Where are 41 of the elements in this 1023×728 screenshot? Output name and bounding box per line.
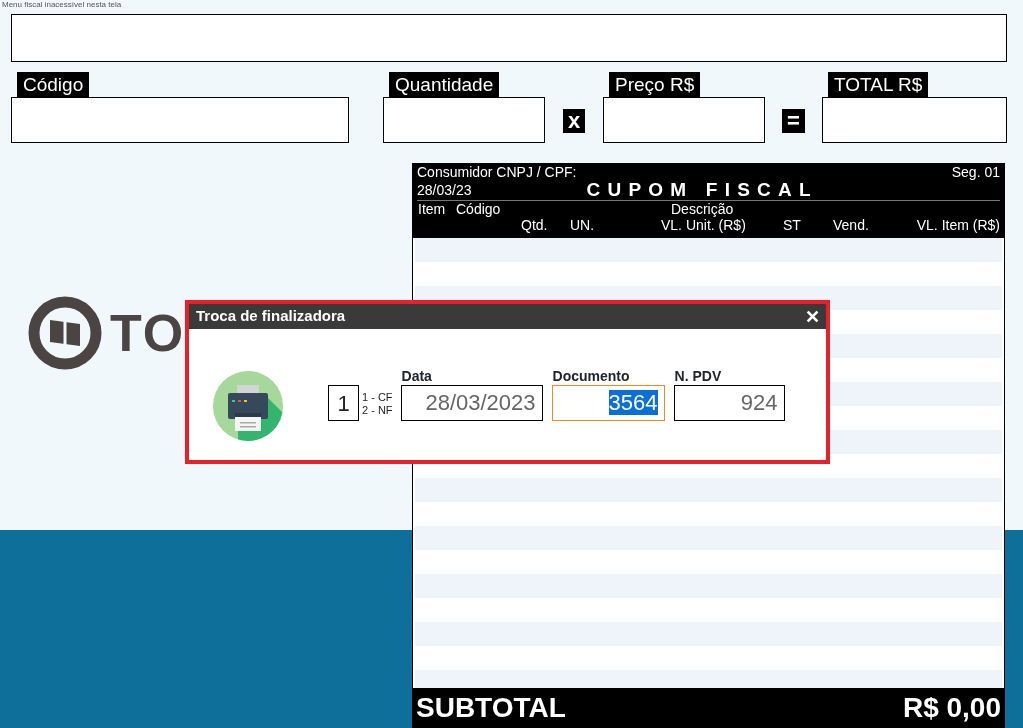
field-label: Código xyxy=(17,72,90,97)
option-text: 1 - CF xyxy=(362,391,393,404)
dialog-title: Troca de finalizadora xyxy=(196,306,346,327)
column-header: Qtd. xyxy=(521,217,549,233)
operator-sign: x xyxy=(562,108,586,133)
barcode-field[interactable] xyxy=(11,14,1007,62)
field-label: Documento xyxy=(551,367,631,385)
printer-icon xyxy=(213,371,283,441)
input-field[interactable]: 924 xyxy=(673,385,785,421)
option-text: 2 - NF xyxy=(362,404,393,417)
column-header: Descrição xyxy=(671,201,735,217)
logo-icon xyxy=(28,296,102,370)
input-field[interactable] xyxy=(11,97,349,143)
column-header: Código xyxy=(456,201,502,217)
field-label: TOTAL R$ xyxy=(828,72,929,97)
logo-text: TO xyxy=(110,307,186,359)
column-header: ST xyxy=(783,217,802,233)
date-text: 28/03/23 xyxy=(417,181,472,200)
operator-sign: = xyxy=(782,108,805,133)
input-field[interactable]: 28/03/2023 xyxy=(400,385,543,421)
field-label: Data xyxy=(400,367,433,385)
notice-text: Menu fiscal inacessível nesta tela xyxy=(1,0,123,11)
column-header: VL. Unit. (R$) xyxy=(661,217,747,233)
column-header: UN. xyxy=(570,217,596,233)
subtotal-label: SUBTOTAL xyxy=(416,691,566,725)
receipt-title: CUPOM FISCAL xyxy=(586,178,818,203)
column-header: VL. Item (R$) xyxy=(915,217,1000,233)
close-button[interactable]: ✕ xyxy=(805,307,820,326)
consumer-label: Consumidor CNPJ / CPF: xyxy=(417,164,577,181)
subtotal-value: R$ 0,00 xyxy=(902,691,1001,725)
input-field[interactable] xyxy=(383,97,545,143)
field-label: N. PDV xyxy=(673,367,723,385)
column-header: Item xyxy=(418,201,447,217)
type-field[interactable]: 1 xyxy=(328,385,359,421)
segment-text: Seg. 01 xyxy=(951,164,1000,181)
input-field[interactable] xyxy=(822,97,1007,143)
column-header: Vend. xyxy=(833,217,870,233)
field-label: Preço R$ xyxy=(609,72,701,97)
input-field[interactable]: 3564 xyxy=(551,385,665,421)
input-field[interactable] xyxy=(603,97,765,143)
field-label: Quantidade xyxy=(389,72,500,97)
